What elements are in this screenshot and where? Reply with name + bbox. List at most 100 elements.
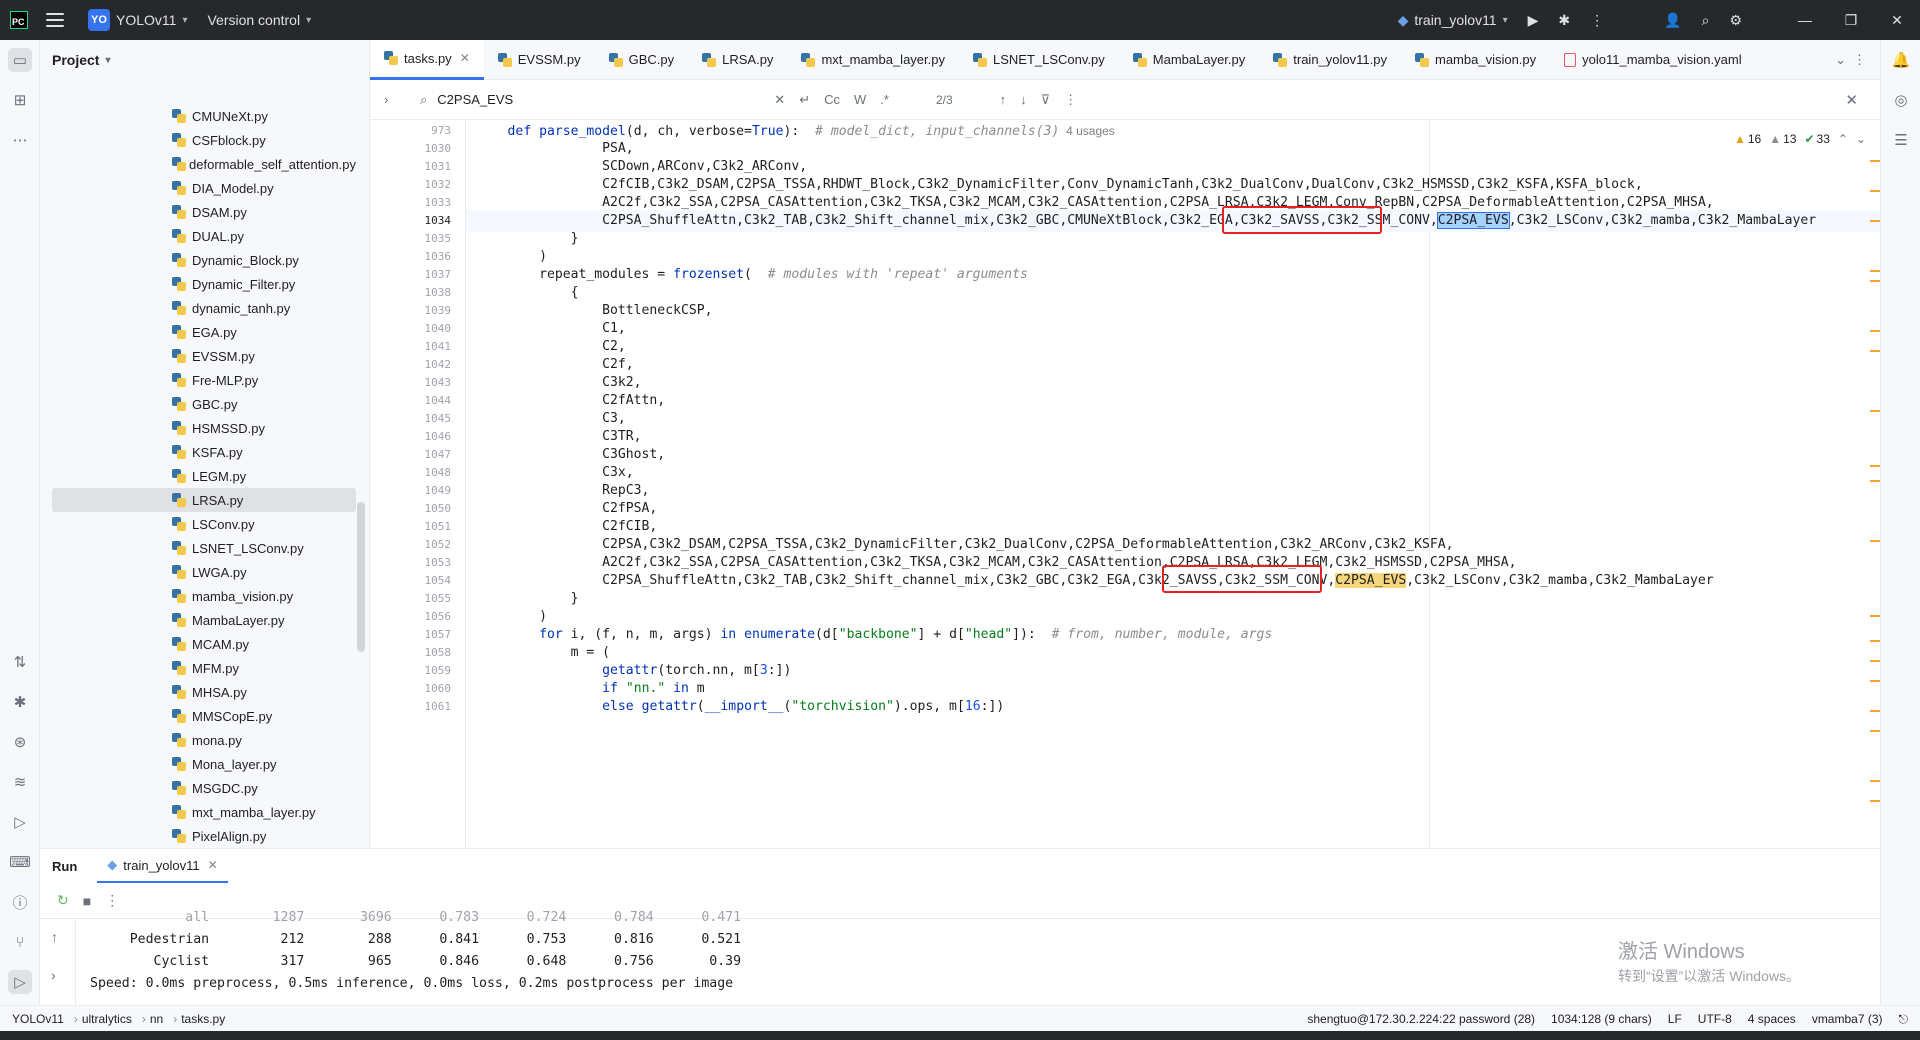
breadcrumb-item[interactable]: nn xyxy=(150,1012,163,1026)
more-icon[interactable]: ⋮ xyxy=(1580,0,1614,40)
error-stripe-mark[interactable] xyxy=(1870,220,1880,222)
main-menu-icon[interactable] xyxy=(46,13,64,27)
editor-tab[interactable]: LRSA.py xyxy=(688,40,787,80)
editor-tab[interactable]: tasks.py ✕ xyxy=(370,39,484,80)
prev-match-icon[interactable]: ↑ xyxy=(1000,92,1007,107)
database-icon[interactable]: ☰ xyxy=(1889,128,1913,152)
tree-file-item[interactable]: CSFblock.py xyxy=(52,128,356,152)
error-stripe-mark[interactable] xyxy=(1870,730,1880,732)
tree-file-item[interactable]: Fre-MLP.py xyxy=(52,368,356,392)
regex-button[interactable]: .* xyxy=(880,92,889,107)
tree-file-item[interactable]: EGA.py xyxy=(52,320,356,344)
error-stripe-mark[interactable] xyxy=(1870,330,1880,332)
problems-tool-icon[interactable]: ⓘ xyxy=(8,890,32,914)
breadcrumb-item[interactable]: YOLOv11 xyxy=(12,1012,64,1026)
error-stripe-mark[interactable] xyxy=(1870,480,1880,482)
tree-file-item[interactable]: KSFA.py xyxy=(52,440,356,464)
layers-tool-icon[interactable]: ≋ xyxy=(8,770,32,794)
caret-position[interactable]: 1034:128 (9 chars) xyxy=(1551,1012,1652,1026)
run-icon[interactable]: ▶ xyxy=(1518,0,1549,40)
tree-file-item[interactable]: DUAL.py xyxy=(52,224,356,248)
editor-tab[interactable]: mxt_mamba_layer.py xyxy=(787,40,959,80)
services-tool-icon[interactable]: ▷ xyxy=(8,810,32,834)
structure-tool-icon[interactable]: ⊞ xyxy=(8,88,32,112)
file-encoding[interactable]: UTF-8 xyxy=(1698,1012,1732,1026)
interpreter-status[interactable]: shengtuo@172.30.2.224:22 password (28) xyxy=(1307,1012,1535,1026)
error-stripe[interactable] xyxy=(1868,120,1880,848)
editor-tab[interactable]: GBC.py xyxy=(595,40,689,80)
tree-file-item[interactable]: Dynamic_Block.py xyxy=(52,248,356,272)
run-config-selector[interactable]: ◆ train_yolov11 ▾ xyxy=(1388,0,1518,40)
tree-file-item[interactable]: MCAM.py xyxy=(52,632,356,656)
prev-highlight-icon[interactable]: ⌃ xyxy=(1838,132,1848,146)
run-tool-icon[interactable]: ▷ xyxy=(8,970,32,994)
find-more-icon[interactable]: ⋮ xyxy=(1064,92,1077,108)
filter-icon[interactable]: ⊽ xyxy=(1041,92,1051,108)
error-stripe-mark[interactable] xyxy=(1870,640,1880,642)
lock-icon[interactable]: ⎋ xyxy=(1899,1012,1909,1027)
tree-file-item[interactable]: deformable_self_attention.py xyxy=(52,152,356,176)
breadcrumb-item[interactable]: ultralytics xyxy=(82,1012,132,1026)
tree-file-item[interactable]: LWGA.py xyxy=(52,560,356,584)
tabs-dropdown-icon[interactable]: ⌄ xyxy=(1835,52,1846,68)
tree-file-item[interactable]: EVSSM.py xyxy=(52,344,356,368)
error-stripe-mark[interactable] xyxy=(1870,410,1880,412)
tree-file-item[interactable]: MFM.py xyxy=(52,656,356,680)
editor-tab[interactable]: MambaLayer.py xyxy=(1119,40,1260,80)
error-stripe-mark[interactable] xyxy=(1870,540,1880,542)
tree-file-item[interactable]: mamba_vision.py xyxy=(52,584,356,608)
close-button[interactable]: ✕ xyxy=(1874,0,1920,40)
tree-file-item[interactable]: DIA_Model.py xyxy=(52,176,356,200)
project-scrollbar[interactable] xyxy=(357,502,365,652)
editor-tab[interactable]: train_yolov11.py xyxy=(1259,40,1401,80)
tree-file-item[interactable]: CMUNeXt.py xyxy=(52,104,356,128)
expand-replace-icon[interactable]: › xyxy=(384,92,388,107)
tree-file-item[interactable]: LEGM.py xyxy=(52,464,356,488)
tree-file-item[interactable]: MSGDC.py xyxy=(52,776,356,800)
editor-tab[interactable]: LSNET_LSConv.py xyxy=(959,40,1119,80)
breadcrumb-item[interactable]: tasks.py xyxy=(181,1012,225,1026)
error-stripe-mark[interactable] xyxy=(1870,660,1880,662)
tree-file-item[interactable]: DSAM.py xyxy=(52,200,356,224)
tree-file-item[interactable]: HSMSSD.py xyxy=(52,416,356,440)
git-tool-icon[interactable]: ⑂ xyxy=(8,930,32,954)
add-user-icon[interactable]: 👤 xyxy=(1654,0,1691,40)
match-case-button[interactable]: Cc xyxy=(824,92,840,107)
error-stripe-mark[interactable] xyxy=(1870,680,1880,682)
next-match-icon[interactable]: ↓ xyxy=(1020,92,1027,107)
rerun-icon[interactable]: ↻ xyxy=(57,892,69,909)
vcs-widget[interactable]: Version control ▾ xyxy=(197,0,321,40)
tree-file-item[interactable]: mona.py xyxy=(52,728,356,752)
find-input[interactable] xyxy=(437,92,768,107)
error-stripe-mark[interactable] xyxy=(1870,160,1880,162)
tree-file-item[interactable]: PixelAlign.py xyxy=(52,824,356,848)
debug-tool-icon[interactable]: ✱ xyxy=(8,690,32,714)
error-stripe-mark[interactable] xyxy=(1870,270,1880,272)
project-panel-header[interactable]: Project ▾ xyxy=(40,40,369,80)
tree-file-item[interactable]: MMSCopE.py xyxy=(52,704,356,728)
indent-setting[interactable]: 4 spaces xyxy=(1748,1012,1796,1026)
ai-assistant-icon[interactable]: ◎ xyxy=(1889,88,1913,112)
run-tab[interactable]: ◆ train_yolov11 ✕ xyxy=(97,849,228,883)
code-area[interactable]: def parse_model(d, ch, verbose=True): # … xyxy=(466,120,1880,848)
editor-tab[interactable]: yolo11_mamba_vision.yaml xyxy=(1550,40,1755,80)
tree-file-item[interactable]: Dynamic_Filter.py xyxy=(52,272,356,296)
editor-tab[interactable]: EVSSM.py xyxy=(484,40,595,80)
close-icon[interactable]: ✕ xyxy=(460,51,470,65)
restore-button[interactable]: ❐ xyxy=(1828,0,1874,40)
project-switcher[interactable]: YO YOLOv11 ▾ xyxy=(78,0,197,40)
clear-search-icon[interactable]: ✕ xyxy=(774,92,785,108)
python-env[interactable]: vmamba7 (3) xyxy=(1812,1012,1883,1026)
tabs-more-icon[interactable]: ⋮ xyxy=(1853,52,1866,68)
search-icon[interactable]: ⌕ xyxy=(1692,0,1720,40)
python-packages-icon[interactable]: ⊛ xyxy=(8,730,32,754)
scroll-up-icon[interactable]: ↑ xyxy=(51,929,58,945)
inspection-widget[interactable]: ▲ 16 ▲ 13 ✔ 33 ⌃ ⌄ xyxy=(1726,128,1866,150)
error-stripe-mark[interactable] xyxy=(1870,710,1880,712)
error-stripe-mark[interactable] xyxy=(1870,350,1880,352)
error-stripe-mark[interactable] xyxy=(1870,190,1880,192)
next-highlight-icon[interactable]: ⌄ xyxy=(1856,132,1866,146)
tree-file-item[interactable]: MHSA.py xyxy=(52,680,356,704)
debug-icon[interactable]: ✱ xyxy=(1548,0,1580,40)
tree-file-item[interactable]: GBC.py xyxy=(52,392,356,416)
